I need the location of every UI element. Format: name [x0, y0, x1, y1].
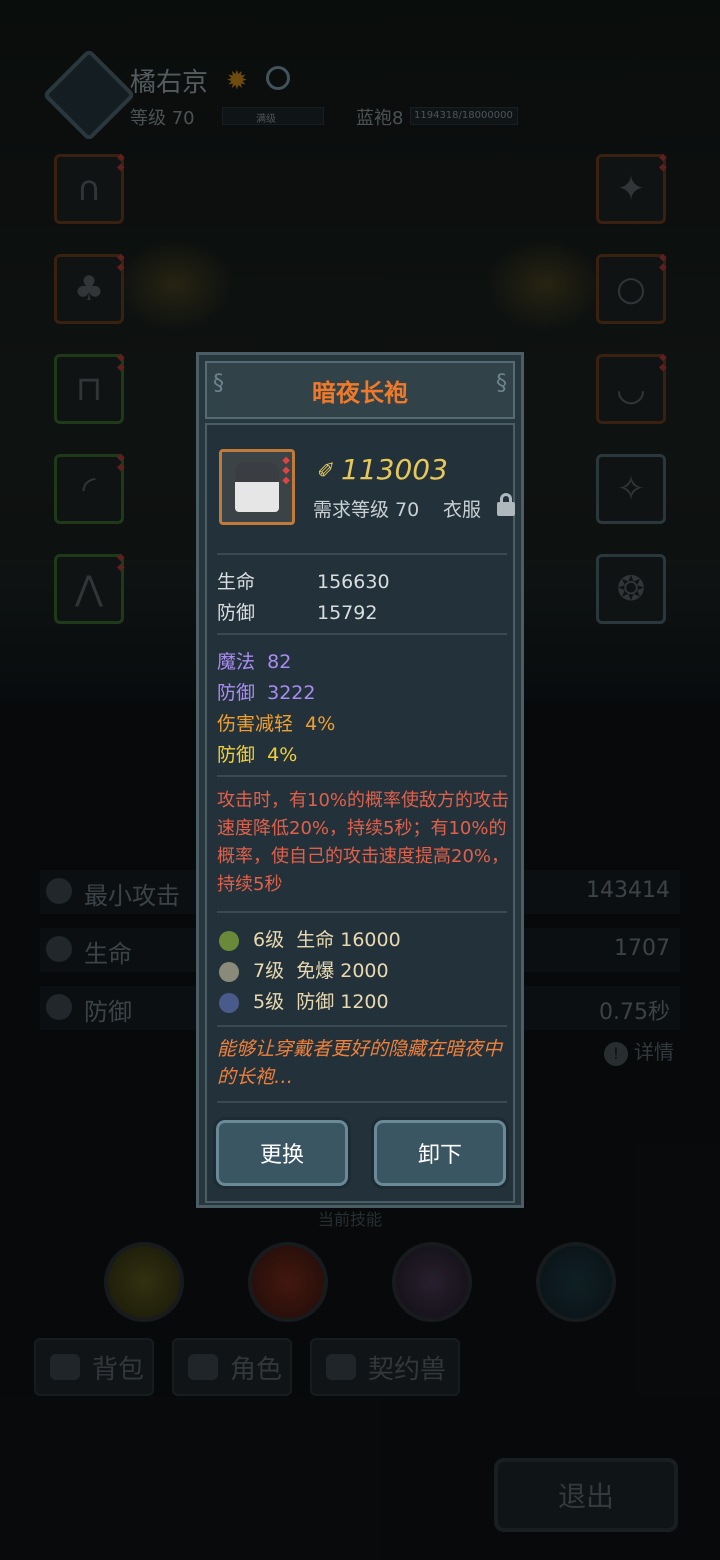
set-bonus: 防御 1200 — [296, 991, 389, 1013]
robe-figure-icon — [235, 462, 279, 512]
extra-stat-row: 伤害减轻 4% — [217, 709, 335, 736]
set-bonus-row: 5级 防御 1200 — [219, 987, 389, 1014]
set-level: 7级 — [253, 960, 285, 982]
set-piece-1-icon — [219, 930, 239, 951]
divider — [217, 1025, 507, 1027]
divider — [217, 553, 507, 555]
stat-name: 防御 — [217, 602, 256, 624]
extra-stat-row: 魔法 82 — [217, 647, 291, 674]
divider — [217, 775, 507, 777]
set-piece-2-icon — [219, 961, 239, 982]
stat-value: 156630 — [317, 571, 390, 593]
stat-value: 15792 — [317, 602, 378, 624]
popup-header: § 暗夜长袍 § — [205, 361, 515, 419]
stat-value: 82 — [267, 651, 292, 673]
stat-name: 伤害减轻 — [217, 713, 294, 735]
gem-icon: ◆ ◆ ◆ — [282, 455, 290, 486]
lock-icon[interactable] — [497, 493, 515, 517]
stat-name: 生命 — [217, 571, 256, 593]
set-bonus-row: 6级 生命 16000 — [219, 925, 401, 952]
set-piece-3-icon — [219, 992, 239, 1013]
set-bonus-row: 7级 免爆 2000 — [219, 956, 389, 983]
stat-name: 魔法 — [217, 651, 256, 673]
base-stat-row: 生命 156630 — [217, 567, 390, 594]
ornament-left-icon: § — [213, 371, 224, 396]
item-lore: 能够让穿戴者更好的隐藏在暗夜中的长袍… — [217, 1038, 503, 1088]
extra-stat-row: 防御 4% — [217, 740, 297, 767]
power-icon: ✐ — [317, 459, 336, 484]
divider — [217, 911, 507, 913]
popup-body: ◆ ◆ ◆ ✐ 113003 需求等级 70 衣服 生命 156630 防御 15792… — [205, 423, 515, 1203]
stat-value: 4% — [267, 744, 298, 766]
stat-name: 防御 — [217, 682, 256, 704]
extra-stat-row: 防御 3222 — [217, 678, 315, 705]
divider — [217, 1101, 507, 1103]
item-requirement: 需求等级 70 — [313, 499, 420, 521]
set-bonus: 免爆 2000 — [296, 960, 389, 982]
set-level: 6级 — [253, 929, 285, 951]
set-bonus: 生命 16000 — [296, 929, 401, 951]
divider — [217, 633, 507, 635]
item-detail-popup: § 暗夜长袍 § ◆ ◆ ◆ ✐ 113003 需求等级 70 衣服 生命 15663… — [196, 352, 524, 1208]
item-icon: ◆ ◆ ◆ — [219, 449, 295, 525]
stat-value: 4% — [305, 713, 336, 735]
item-effect-description: 攻击时，有10%的概率使敌方的攻击速度降低20%，持续5秒；有10%的概率，使自… — [217, 790, 510, 895]
item-slot-type: 衣服 — [443, 499, 482, 521]
stat-name: 防御 — [217, 744, 256, 766]
set-level: 5级 — [253, 991, 285, 1013]
item-score: 113003 — [341, 453, 448, 486]
unequip-button[interactable]: 卸下 — [371, 1117, 509, 1189]
replace-button[interactable]: 更换 — [213, 1117, 351, 1189]
stat-value: 3222 — [267, 682, 316, 704]
base-stat-row: 防御 15792 — [217, 598, 377, 625]
ornament-right-icon: § — [496, 371, 507, 396]
item-title: 暗夜长袍 — [312, 378, 408, 407]
